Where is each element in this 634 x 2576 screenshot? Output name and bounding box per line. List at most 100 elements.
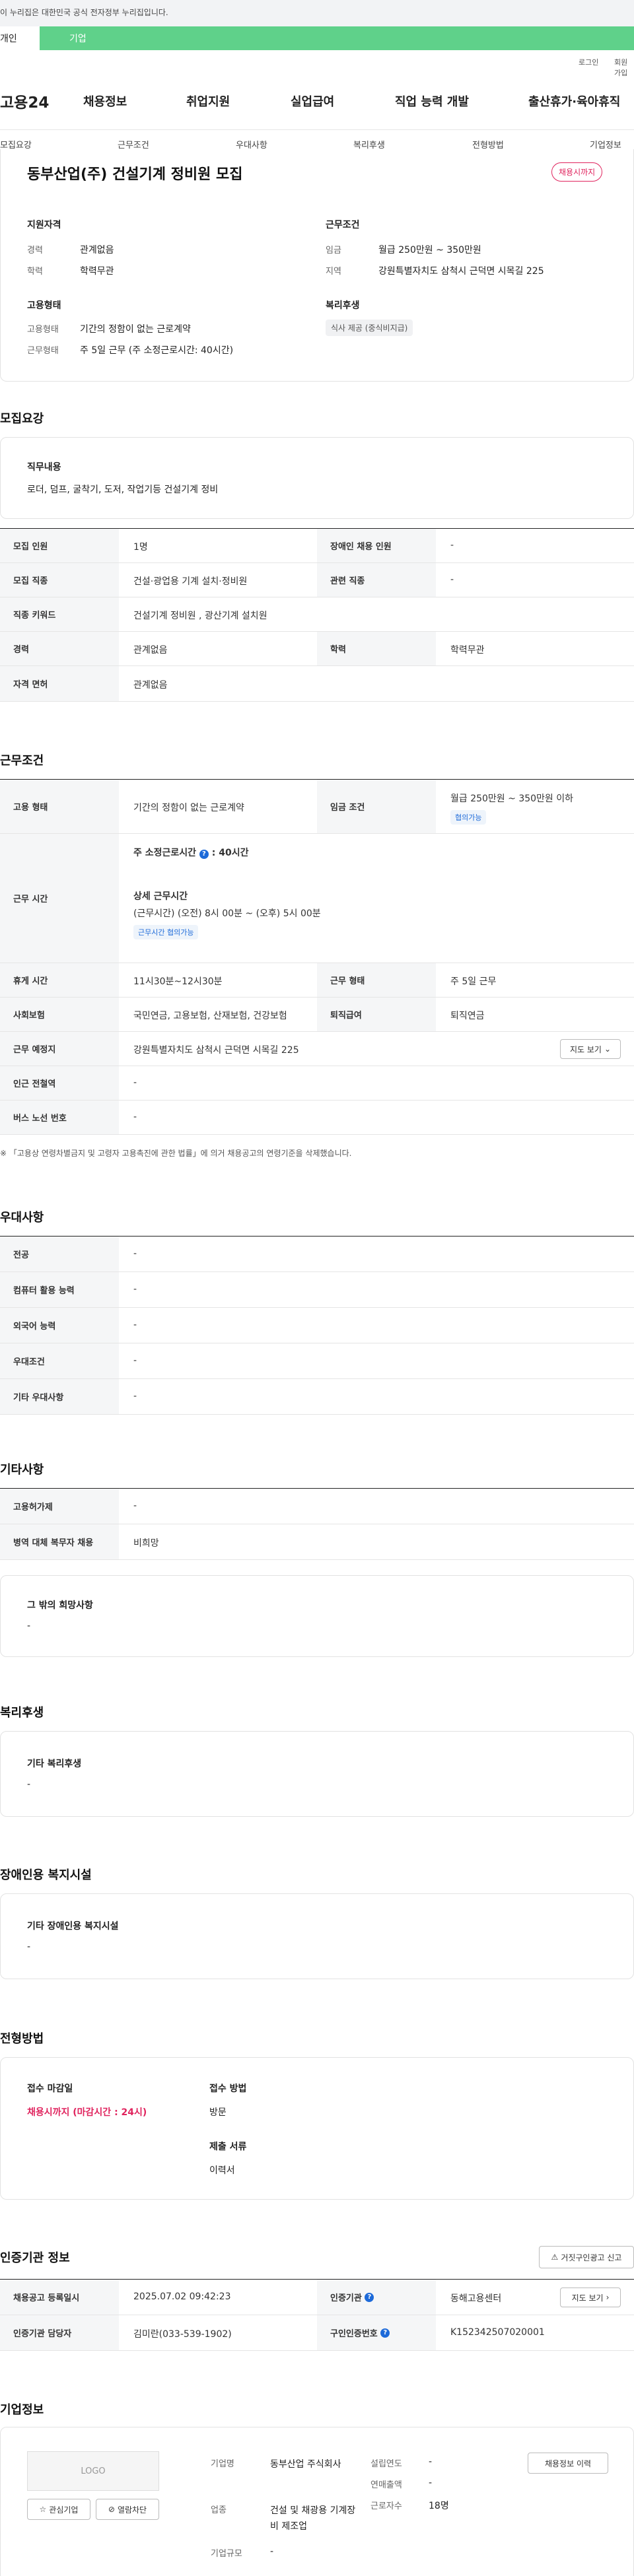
benefits-section-title: 복리후생 <box>0 1706 44 1720</box>
tab-individual-label: 개인 <box>0 34 17 44</box>
cert-map-button[interactable]: 지도 보기 › <box>560 2288 621 2307</box>
deadline-title: 접수 마감일 <box>27 2084 73 2094</box>
eps-value: - <box>133 1501 137 1511</box>
welfare-chip-text: 식사 제공 (중식비지급) <box>326 320 413 336</box>
table-row: 고용허가제 - <box>0 1489 634 1524</box>
size-value: - <box>270 2546 274 2557</box>
org-label: 인증기관 <box>330 2293 362 2303</box>
pref-cond-value: - <box>133 1355 137 1366</box>
docs-value: 이력서 <box>209 2165 235 2176</box>
help-icon[interactable]: ? <box>199 850 209 859</box>
work-table: 고용 형태 기간의 정함이 없는 근로계약 임금 조건 월급 250만원 ~ 3… <box>0 779 634 1135</box>
etc-table: 고용허가제 - 병역 대체 복무자 채용 비희망 <box>0 1488 634 1560</box>
tab-company[interactable]: 기업 <box>40 26 634 50</box>
job-history-button[interactable]: 채용정보 이력 <box>528 2453 608 2474</box>
emp-row-value: 기간의 정함이 없는 근로계약 <box>133 803 244 813</box>
other-wish-box: 그 밖의 희망사항 - <box>0 1575 634 1657</box>
wage-row-value: 월급 250만원 ~ 350만원 이하 <box>450 794 574 804</box>
help-icon[interactable]: ? <box>365 2292 374 2302</box>
keyword-label: 직종 키워드 <box>0 597 119 631</box>
cert-no-value: K152342507020001 <box>450 2327 545 2338</box>
hours-label: 근무 시간 <box>0 834 119 963</box>
insurance-label: 사회보험 <box>0 998 119 1031</box>
table-row: 사회보험 국민연금, 고용보험, 산재보험, 건강보험 퇴직급여 퇴직연금 <box>0 998 634 1032</box>
industry-label: 업종 <box>211 2505 227 2515</box>
table-row: 모집 인원 1명 장애인 채용 인원 - <box>0 529 634 563</box>
career-value: 관계없음 <box>80 245 114 255</box>
hours-weekly-label: 주 소정근로시간 <box>133 848 197 858</box>
wage-label: 임금 <box>326 246 341 255</box>
qual-title: 지원자격 <box>27 220 61 230</box>
table-row: 외국어 능력 - <box>0 1308 634 1343</box>
gnb-parental-leave[interactable]: 출산휴가·육아휴직 <box>528 92 620 110</box>
year-label: 설립연도 <box>370 2459 402 2469</box>
pref-etc-label: 기타 우대사항 <box>0 1379 119 1414</box>
table-row: 버스 노선 번호 - <box>0 1101 634 1135</box>
help-icon[interactable]: ? <box>380 2328 390 2338</box>
place-value: 강원특별자치도 삼척시 근덕면 시목길 225 <box>133 1045 299 1056</box>
star-icon: ☆ <box>39 2505 47 2514</box>
etc-section-title: 기타사항 <box>0 1463 44 1477</box>
disabled-fac-box-title: 기타 장애인용 복지시설 <box>27 1921 119 1932</box>
job-history-label: 채용정보 이력 <box>544 2458 592 2468</box>
table-row: 인증기관 담당자 김미란(033-539-1902) 구인인증번호 ? K152… <box>0 2315 634 2351</box>
tab-individual[interactable]: 개인 <box>0 26 40 50</box>
deadline-value: 채용시까지 (마감시간 : 24시) <box>27 2107 147 2118</box>
edu-value: 학력무관 <box>80 266 114 277</box>
signup-link[interactable]: 회원가입 <box>614 57 634 78</box>
duty-title: 직무내용 <box>27 462 61 473</box>
reg-value: 2025.07.02 09:42:23 <box>133 2291 231 2302</box>
block-view-label: 열람차단 <box>117 2505 147 2515</box>
bus-value: - <box>133 1112 137 1122</box>
chevron-right-icon: › <box>606 2293 610 2302</box>
table-row: 휴게 시간 11시30분~12시30분 근무 형태 주 5일 근무 <box>0 963 634 998</box>
company-section-title: 기업정보 <box>0 2403 44 2417</box>
industry-value: 건설 및 채광용 기계장비 제조업 <box>270 2505 356 2532</box>
report-button-label: 거짓구인광고 신고 <box>561 2253 622 2262</box>
hours-weekly: 주 소정근로시간 ? : 40시간 <box>133 846 249 859</box>
gnb-vocational-training[interactable]: 직업 능력 개발 <box>395 92 469 110</box>
disabled-fac-section-title: 장애인용 복지시설 <box>0 1868 92 1882</box>
table-row: 자격 면허 관계없음 <box>0 666 634 702</box>
selection-section-title: 전형방법 <box>0 2032 44 2046</box>
duty-text: 로더, 덤프, 굴착기, 도저, 작업기등 건설기계 정비 <box>27 485 219 495</box>
hours-chip-text: 근무시간 협의가능 <box>133 925 199 939</box>
gnb-jobs[interactable]: 채용정보 <box>83 92 127 110</box>
table-row: 우대조건 - <box>0 1343 634 1379</box>
edu-label: 학력 <box>27 267 43 277</box>
favorite-company-button[interactable]: ☆ 관심기업 <box>27 2499 90 2520</box>
report-button[interactable]: ⚠ 거짓구인광고 신고 <box>539 2246 634 2268</box>
edu-row-value: 학력무관 <box>450 645 485 656</box>
cert-map-button-label: 지도 보기 <box>571 2293 604 2303</box>
company-name-value: 동부산업 주식회사 <box>270 2459 341 2470</box>
gnb-unemployment-benefit[interactable]: 실업급여 <box>291 92 334 110</box>
company-logo: LOGO <box>27 2451 159 2491</box>
gnb-employment-support[interactable]: 취업지원 <box>186 92 230 110</box>
cert-no-label: 구인인증번호 <box>330 2329 378 2339</box>
emp-type-value: 기간의 정함이 없는 근로계약 <box>80 324 191 335</box>
job-title: 동부산업(주) 건설기계 정비원 모집 <box>27 166 243 183</box>
site-logo[interactable]: 고용24 <box>0 90 49 112</box>
license-label: 자격 면허 <box>0 666 119 701</box>
cond-title: 근무조건 <box>326 220 360 230</box>
login-link[interactable]: 로그인 <box>579 57 598 67</box>
benefits-box-value: - <box>27 1779 31 1790</box>
disabled-value: - <box>450 540 454 551</box>
subway-value: - <box>133 1077 137 1088</box>
company-logo-text: LOGO <box>81 2466 106 2476</box>
table-row: 전공 - <box>0 1237 634 1272</box>
break-label: 휴게 시간 <box>0 963 119 997</box>
language-value: - <box>133 1320 137 1330</box>
org-label-cell: 인증기관 ? <box>317 2280 436 2315</box>
computer-label: 컴퓨터 활용 능력 <box>0 1272 119 1307</box>
work-map-button[interactable]: 지도 보기 ⌄ <box>560 1039 621 1059</box>
age-note: ※ 「고용상 연령차별금지 및 고령자 고용촉진에 관한 법률」에 의거 채용공… <box>0 1149 352 1158</box>
block-view-button[interactable]: ⊘ 열람차단 <box>96 2499 159 2520</box>
disabled-fac-box: 기타 장애인용 복지시설 - <box>0 1893 634 1979</box>
disabled-label: 장애인 채용 인원 <box>317 529 436 562</box>
major-value: - <box>133 1248 137 1259</box>
wage-negotiable-chip: 협의가능 <box>450 810 487 825</box>
career-row-label: 경력 <box>0 632 119 665</box>
worktype-label: 근무 형태 <box>317 963 436 997</box>
siren-icon: ⚠ <box>551 2253 559 2262</box>
